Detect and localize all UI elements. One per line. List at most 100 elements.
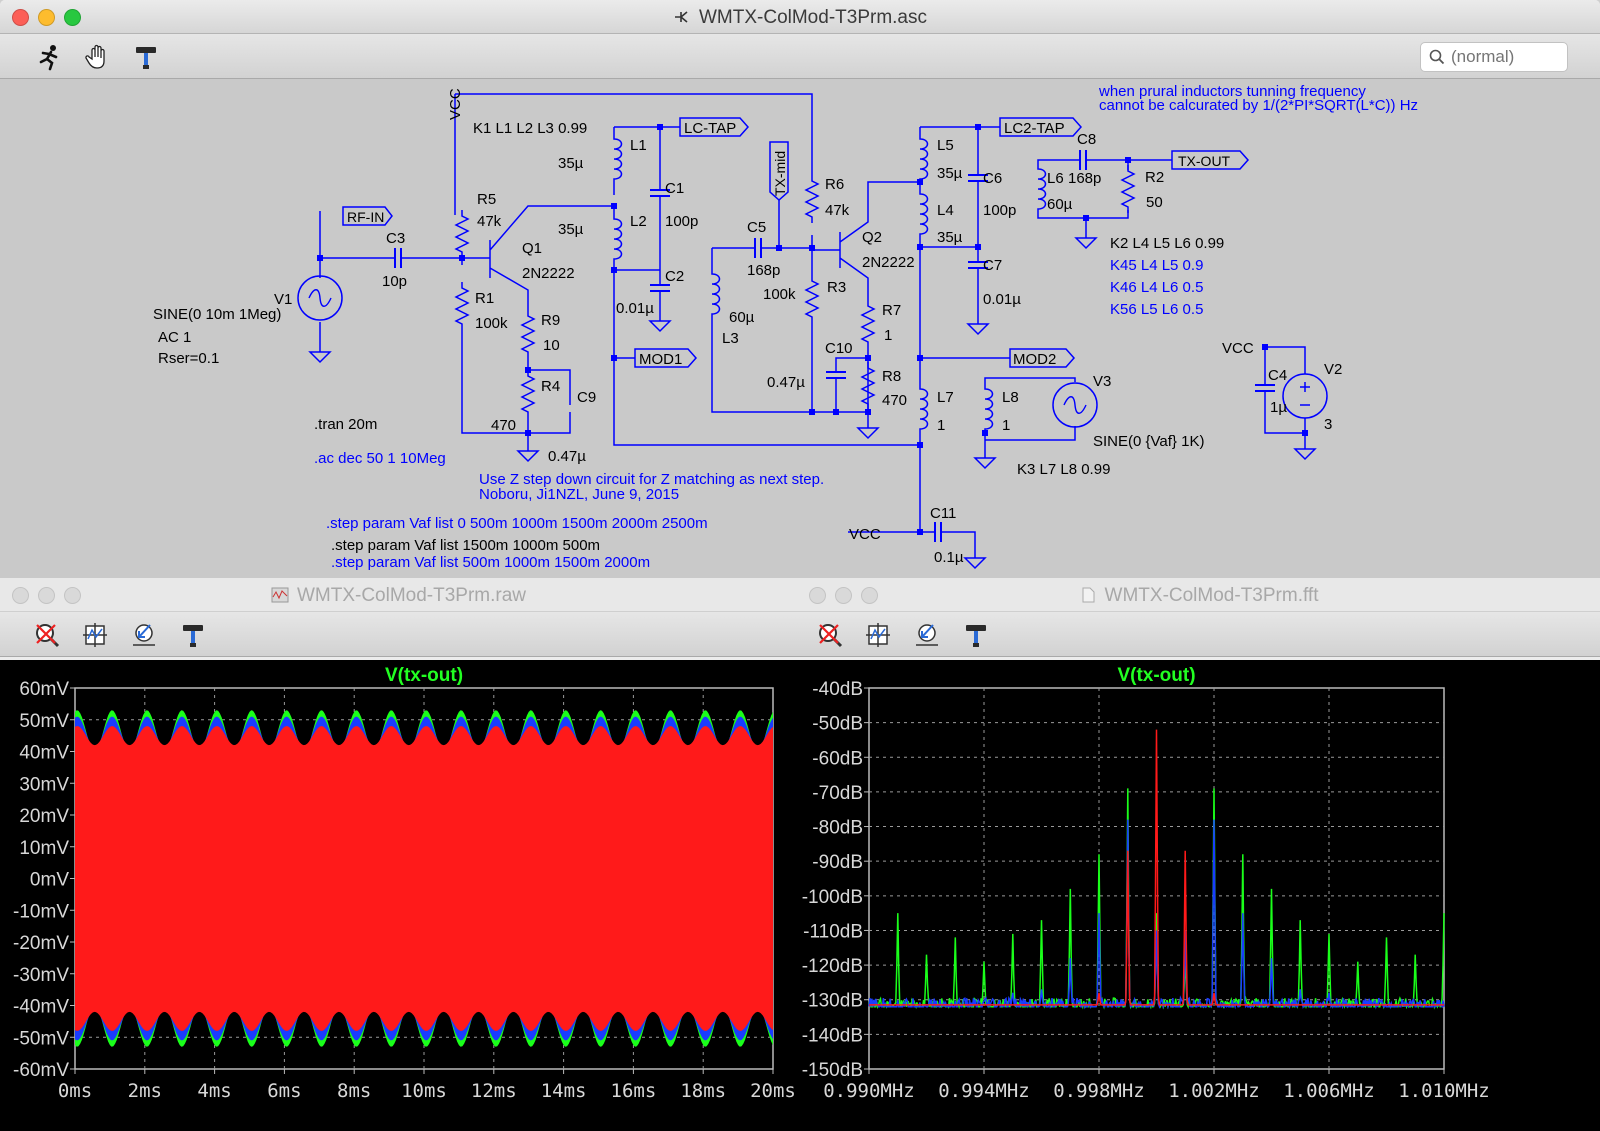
fft-zoom-cancel-button[interactable] [815,620,845,650]
r4-value: 470 [491,417,516,434]
waveform-file-icon [271,587,289,603]
search-input[interactable] [1451,47,1561,67]
x-tick-label: 10ms [401,1080,447,1102]
schematic-title-wrap: WMTX-ColMod-T3Prm.asc [0,7,1600,29]
y-tick-label: -50mV [13,1028,69,1049]
c9-label: C9 [577,389,596,406]
y-tick-label: 50mV [19,711,69,732]
zoom-cancel-icon [819,624,843,648]
hand-icon [85,44,105,69]
c7-value: 0.01µ [983,291,1021,308]
x-tick-label: 12ms [471,1080,517,1102]
step-directive-3: .step param Vaf list 500m 1000m 1500m 20… [331,554,650,571]
l6-label: L6 [1047,170,1064,187]
transient-series-2 [75,726,773,1031]
search-box[interactable] [1420,42,1568,72]
fft-toolbar [797,612,1600,657]
note-line4: Noboru, Ji1NZL, June 9, 2015 [479,486,679,503]
transient-chart[interactable]: 0ms 2ms 4ms 6ms 8ms 10ms 12ms 14ms 16ms 18ms 20ms 6… [0,660,797,1131]
k45-label: K45 L4 L5 0.9 [1110,257,1203,274]
raw-zoom-cancel-button[interactable] [32,620,62,650]
q2-model: 2N2222 [862,254,915,271]
step-directive-1: .step param Vaf list 0 500m 1000m 1500m … [326,515,708,532]
x-tick-label: 0.990MHz [823,1080,915,1102]
v1-sine: SINE(0 10m 1Meg) [153,306,281,323]
schematic-toolbar [0,34,1600,79]
r6-label: R6 [825,176,844,193]
c1-value: 100p [665,213,698,230]
x-tick-label: 6ms [267,1080,301,1102]
fft-plot-window: WMTX-ColMod-T3Prm.fft 0.990MHz 0.994MHz 0.… [797,578,1600,1131]
c4-value: 1µ [1270,399,1287,416]
r8-label: R8 [882,368,901,385]
x-tick-label: 2ms [128,1080,162,1102]
r4-label: R4 [541,378,560,395]
l4-value: 35µ [937,229,963,246]
q1-model: 2N2222 [522,265,575,282]
hammer-icon [183,625,203,647]
fft-hammer-button[interactable] [961,620,991,650]
k46-label: K46 L4 L6 0.5 [1110,279,1203,296]
raw-toolbar [0,612,797,657]
schematic-file-icon [674,11,688,23]
c8-label: C8 [1077,131,1096,148]
halt-button[interactable] [83,42,113,72]
y-tick-label: -10mV [13,901,69,922]
trace-label[interactable]: V(tx-out) [1117,665,1195,686]
x-tick-label: 4ms [197,1080,231,1102]
schematic-titlebar[interactable]: WMTX-ColMod-T3Prm.asc [0,0,1600,34]
k3-label: K3 L7 L8 0.99 [1017,461,1110,478]
y-tick-label: -150dB [802,1060,863,1081]
y-tick-label: -20mV [13,933,69,954]
y-tick-label: -110dB [803,921,863,942]
y-tick-label: -120dB [802,956,863,977]
x-tick-label: 1.006MHz [1283,1080,1375,1102]
y-tick-label: -60mV [13,1060,69,1081]
raw-autorange-button[interactable] [80,620,110,650]
raw-plot-area[interactable]: 0ms 2ms 4ms 6ms 8ms 10ms 12ms 14ms 16ms 18ms 20ms 6… [0,660,797,1131]
c2-label: C2 [665,268,684,285]
c6-label: C6 [983,170,1002,187]
c11-label: C11 [930,505,956,522]
schematic-canvas[interactable]: VCC K1 L1 L2 L3 0.99 RF-IN LC-TAP LC2-TA… [0,79,1600,578]
fft-plot-area[interactable]: 0.990MHz 0.994MHz 0.998MHz 1.002MHz 1.006MHz… [797,660,1600,1131]
l8-value: 1 [1002,417,1010,434]
c5-value: 168p [747,262,780,279]
raw-title-wrap: WMTX-ColMod-T3Prm.raw [0,585,797,607]
c7-label: C7 [983,257,1002,274]
v1-ac: AC 1 [158,329,191,346]
zoom-cancel-icon [36,624,60,648]
y-tick-label: -140dB [802,1025,863,1046]
fft-zoom-back-button[interactable] [912,620,942,650]
c10-label: C10 [825,340,853,357]
hammer-button[interactable] [131,42,161,72]
step-directive-2: .step param Vaf list 1500m 1000m 500m [331,537,600,554]
l8-label: L8 [1002,389,1019,406]
k2-label: K2 L4 L5 L6 0.99 [1110,235,1224,252]
fft-autorange-button[interactable] [863,620,893,650]
r5-value: 47k [477,213,502,230]
y-tick-label: -90dB [812,852,863,873]
raw-titlebar[interactable]: WMTX-ColMod-T3Prm.raw [0,578,797,612]
fft-titlebar[interactable]: WMTX-ColMod-T3Prm.fft [797,578,1600,612]
x-tick-label: 8ms [337,1080,371,1102]
r3-value: 100k [763,286,796,303]
l7-label: L7 [937,389,954,406]
trace-label[interactable]: V(tx-out) [385,665,463,686]
run-button[interactable] [35,42,65,72]
document-file-icon [1082,587,1095,603]
x-tick-label: 1.002MHz [1168,1080,1260,1102]
vcc-top-label: VCC [447,88,464,120]
x-tick-label: 1.010MHz [1398,1080,1490,1102]
l4-label: L4 [937,202,954,219]
fft-chart[interactable]: 0.990MHz 0.994MHz 0.998MHz 1.002MHz 1.006MHz… [797,660,1600,1131]
zoom-back-icon [133,624,155,646]
y-tick-label: 20mV [19,806,69,827]
running-man-icon [39,45,58,71]
raw-hammer-button[interactable] [178,620,208,650]
x-tick-label: 16ms [611,1080,657,1102]
y-tick-label: -80dB [812,818,863,839]
raw-zoom-back-button[interactable] [129,620,159,650]
l2-label: L2 [630,213,647,230]
l2-value: 35µ [558,221,584,238]
